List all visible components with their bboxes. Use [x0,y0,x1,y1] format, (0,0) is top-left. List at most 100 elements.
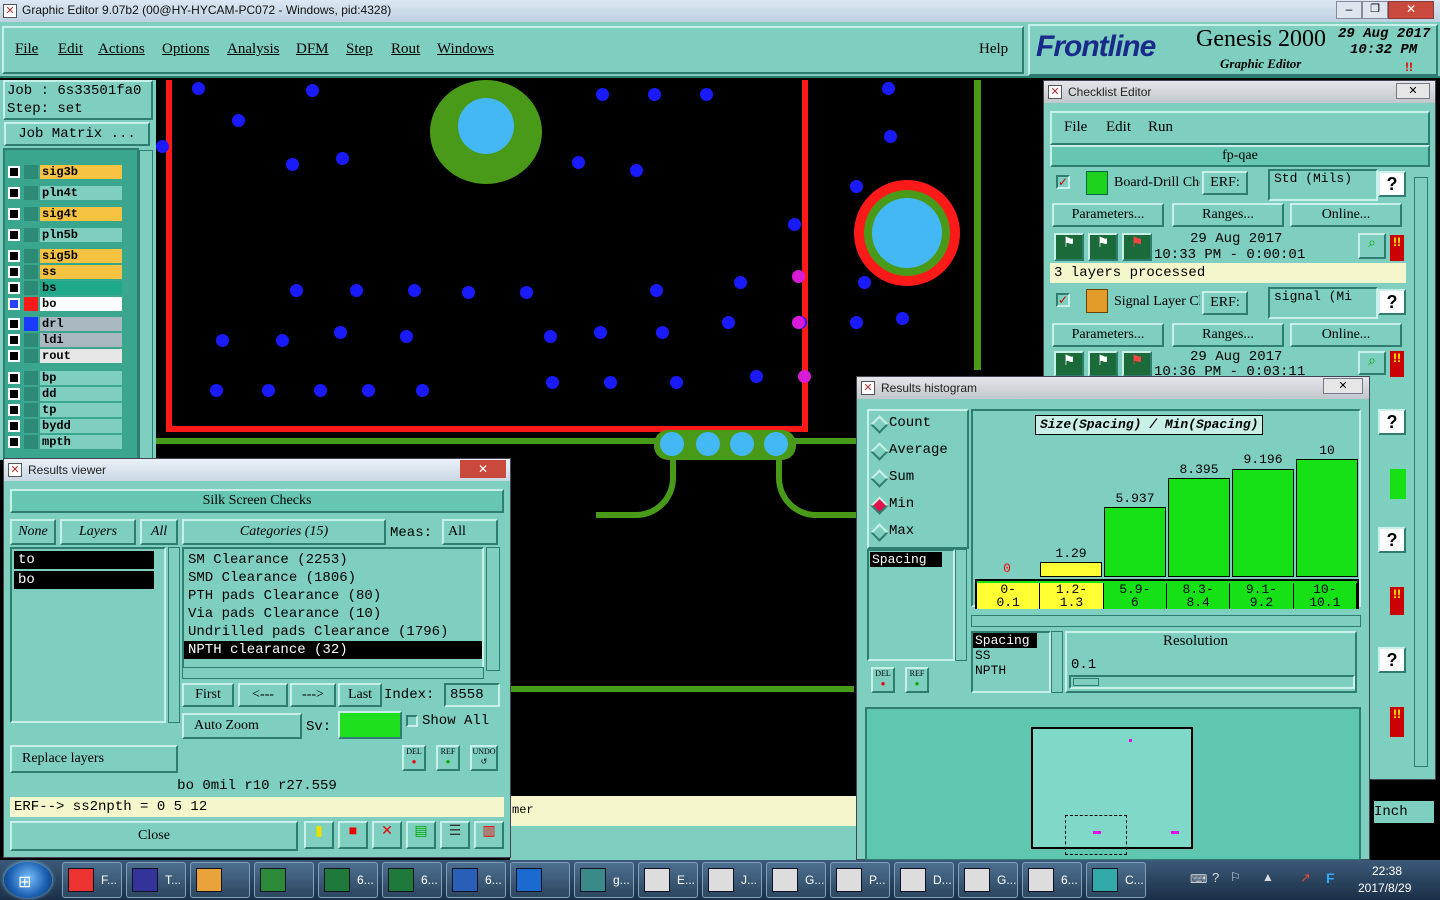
layer-select-list[interactable]: to bo [10,547,166,723]
taskbar-item[interactable]: G... [766,862,826,898]
layer-list-scrollbar[interactable] [168,547,180,723]
next-button[interactable]: ---> [290,683,336,707]
layer-name[interactable]: bs [40,281,122,295]
action2-zoom-icon[interactable]: ⌕ [1358,351,1386,375]
tool-icon-4[interactable]: ▤ [406,821,436,849]
range-cell[interactable]: 10- 10.1 [1293,583,1357,609]
action2-help-button[interactable]: ? [1378,289,1406,315]
layer-name[interactable]: sig3b [40,165,122,179]
category-item[interactable]: Undrilled pads Clearance (1796) [184,623,482,641]
histogram-close-x[interactable]: ✕ [1323,378,1363,394]
layer-row[interactable]: tp [6,402,124,418]
taskbar-item[interactable]: T... [126,862,186,898]
mode-sum[interactable]: Sum [871,467,914,487]
resolution-slider-thumb[interactable] [1073,678,1099,686]
action1-help-button[interactable]: ? [1378,171,1406,197]
tray-keyboard-icon[interactable]: ⌨ [1190,872,1207,886]
layer-row[interactable]: dd [6,386,124,402]
checklist-close-x[interactable]: ✕ [1396,83,1430,99]
results-close-button[interactable]: Close [10,821,298,851]
action1-checkbox[interactable]: ✓ [1056,175,1070,189]
mode-average[interactable]: Average [871,440,948,460]
tray-frontline-icon[interactable]: F [1326,870,1335,886]
layer-name[interactable]: ldi [40,333,122,347]
taskbar-item[interactable]: E... [638,862,698,898]
category-hscrollbar[interactable] [182,667,484,679]
taskbar-item[interactable]: 6... [1022,862,1082,898]
histogram-icon[interactable]: ▥ [474,821,504,849]
range-cell[interactable]: 9.1- 9.2 [1230,583,1294,609]
layer-row[interactable]: bo [6,296,124,312]
clock-date[interactable]: 2017/8/29 [1358,881,1411,895]
mode-count[interactable]: Count [871,413,931,433]
layer-row[interactable]: sig3b [6,164,124,180]
layer-color-swatch[interactable] [24,207,38,221]
action4-help-button[interactable]: ? [1378,527,1406,553]
action2-stop-icon[interactable]: ⚑ [1122,351,1152,377]
action1-erf-button[interactable]: ERF: [1202,171,1248,195]
layer-name[interactable]: sig4t [40,207,122,221]
taskbar-item[interactable]: J... [702,862,762,898]
action2-checkbox[interactable]: ✓ [1056,293,1070,307]
ref-button[interactable]: REF ● [436,745,460,771]
layer-checkbox[interactable] [8,334,20,346]
none-button[interactable]: None [10,519,56,545]
layer-row[interactable]: mpth [6,434,124,450]
tray-flag-icon[interactable]: ⚐ [1230,870,1241,884]
action1-run2-icon[interactable]: ⚑ [1088,233,1118,261]
layers-button[interactable]: Layers [60,519,136,545]
layer-name[interactable]: pln5b [40,228,122,242]
layer-checkbox[interactable] [8,372,20,384]
category-item[interactable]: SM Clearance (2253) [184,551,482,569]
histogram-bar[interactable] [1168,477,1230,577]
action1-parameters-button[interactable]: Parameters... [1052,203,1164,227]
summary-scrollbar[interactable] [1051,631,1063,693]
chart-hscrollbar[interactable] [971,615,1361,627]
action1-zoom-icon[interactable]: ⌕ [1358,233,1386,259]
action2-parameters-button[interactable]: Parameters... [1052,323,1164,347]
layer-color-swatch[interactable] [24,349,38,363]
taskbar-item[interactable] [254,862,314,898]
results-viewer-close-x[interactable]: ✕ [460,460,506,478]
category-item[interactable]: SMD Clearance (1806) [184,569,482,587]
layer-name[interactable]: sig5b [40,249,122,263]
close-window-button[interactable]: ✕ [1388,1,1434,19]
layer-checkbox[interactable] [8,436,20,448]
taskbar-item[interactable]: 6... [446,862,506,898]
layer-row[interactable]: drl [6,316,124,332]
layer-color-swatch[interactable] [24,403,38,417]
last-button[interactable]: Last [338,683,382,707]
menu-dfm[interactable]: DFM [296,41,329,58]
category-item[interactable]: PTH pads Clearance (80) [184,587,482,605]
layer-row[interactable]: sig4t [6,206,124,222]
prev-button[interactable]: <--- [238,683,288,707]
action5-help-button[interactable]: ? [1378,647,1406,673]
action1-stop-icon[interactable]: ⚑ [1122,233,1152,261]
layer-list-item[interactable]: bo [14,571,154,589]
units-field[interactable]: Inch [1374,801,1434,823]
tool-icon-2[interactable]: ■ [338,821,368,849]
hist-del-button[interactable]: DEL ● [871,667,895,693]
layer-list-item[interactable]: to [14,551,154,569]
layer-checkbox[interactable] [8,266,20,278]
layer-row[interactable]: bp [6,370,124,386]
layer-checkbox[interactable] [8,187,20,199]
taskbar-item[interactable]: g... [574,862,634,898]
menu-step[interactable]: Step [346,41,373,58]
menu-options[interactable]: Options [162,41,210,58]
layer-row[interactable]: pln4t [6,185,124,201]
layer-name[interactable]: drl [40,317,122,331]
layer-name[interactable]: dd [40,387,122,401]
action1-online-button[interactable]: Online... [1290,203,1402,227]
checklist-menu-run[interactable]: Run [1148,119,1173,136]
action1-run-icon[interactable]: ⚑ [1054,233,1084,261]
layer-name[interactable]: ss [40,265,122,279]
replace-layers-button[interactable]: Replace layers [10,745,178,773]
meas-dropdown[interactable]: All [442,519,498,545]
layer-checkbox[interactable] [8,250,20,262]
taskbar-item[interactable]: F... [62,862,122,898]
range-cell[interactable]: 8.3- 8.4 [1167,583,1231,609]
layer-color-swatch[interactable] [24,297,38,311]
layer-color-swatch[interactable] [24,249,38,263]
category-item-selected[interactable]: NPTH clearance (32) [184,641,482,659]
